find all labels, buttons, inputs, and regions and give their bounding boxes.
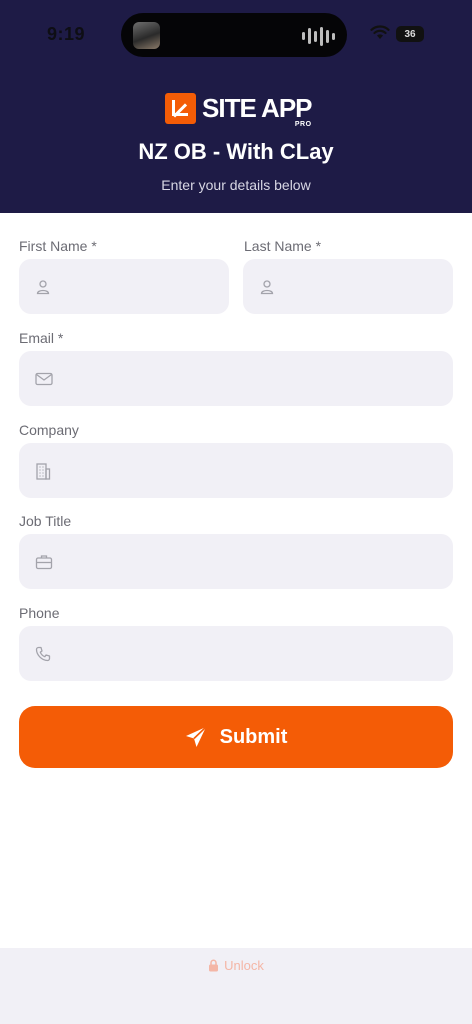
logo-pro-label: PRO — [294, 121, 312, 128]
audio-waveform-icon — [302, 26, 335, 46]
wifi-icon — [370, 25, 390, 39]
company-field[interactable] — [19, 443, 453, 498]
logo-text: SITE APP — [202, 93, 313, 123]
dynamic-island[interactable] — [121, 13, 347, 57]
envelope-icon — [35, 372, 53, 386]
email-field[interactable] — [19, 351, 453, 406]
email-label: Email * — [19, 330, 64, 346]
logo-mark-icon — [165, 93, 196, 124]
page-subtitle: Enter your details below — [161, 177, 311, 193]
unlock-button[interactable]: Unlock — [0, 958, 472, 973]
briefcase-icon — [35, 555, 53, 570]
job-title-field[interactable] — [19, 534, 453, 589]
company-label: Company — [19, 422, 79, 438]
lock-icon — [209, 959, 219, 972]
battery-icon: 36 — [396, 26, 424, 42]
page-title: NZ OB - With CLay — [138, 139, 334, 164]
site-app-logo: SITE APP PRO — [165, 93, 313, 128]
phone-field[interactable] — [19, 626, 453, 681]
building-icon — [36, 463, 51, 480]
user-icon — [260, 280, 274, 295]
last-name-field[interactable] — [243, 259, 453, 314]
first-name-field[interactable] — [19, 259, 229, 314]
now-playing-artwork — [133, 22, 160, 49]
status-time: 9:19 — [47, 24, 86, 44]
user-icon — [36, 280, 50, 295]
header: 9:19 36 SITE APP PRO NZ OB - With CLay E… — [0, 0, 472, 213]
job-title-label: Job Title — [19, 513, 72, 529]
submit-button[interactable]: Submit — [19, 706, 453, 768]
footer: Unlock — [0, 948, 472, 1024]
last-name-label: Last Name * — [244, 238, 322, 254]
first-name-label: First Name * — [19, 238, 97, 254]
submit-label: Submit — [219, 725, 288, 748]
phone-label: Phone — [19, 605, 60, 621]
send-icon — [185, 726, 207, 747]
unlock-label: Unlock — [224, 958, 264, 973]
phone-icon — [35, 646, 51, 662]
